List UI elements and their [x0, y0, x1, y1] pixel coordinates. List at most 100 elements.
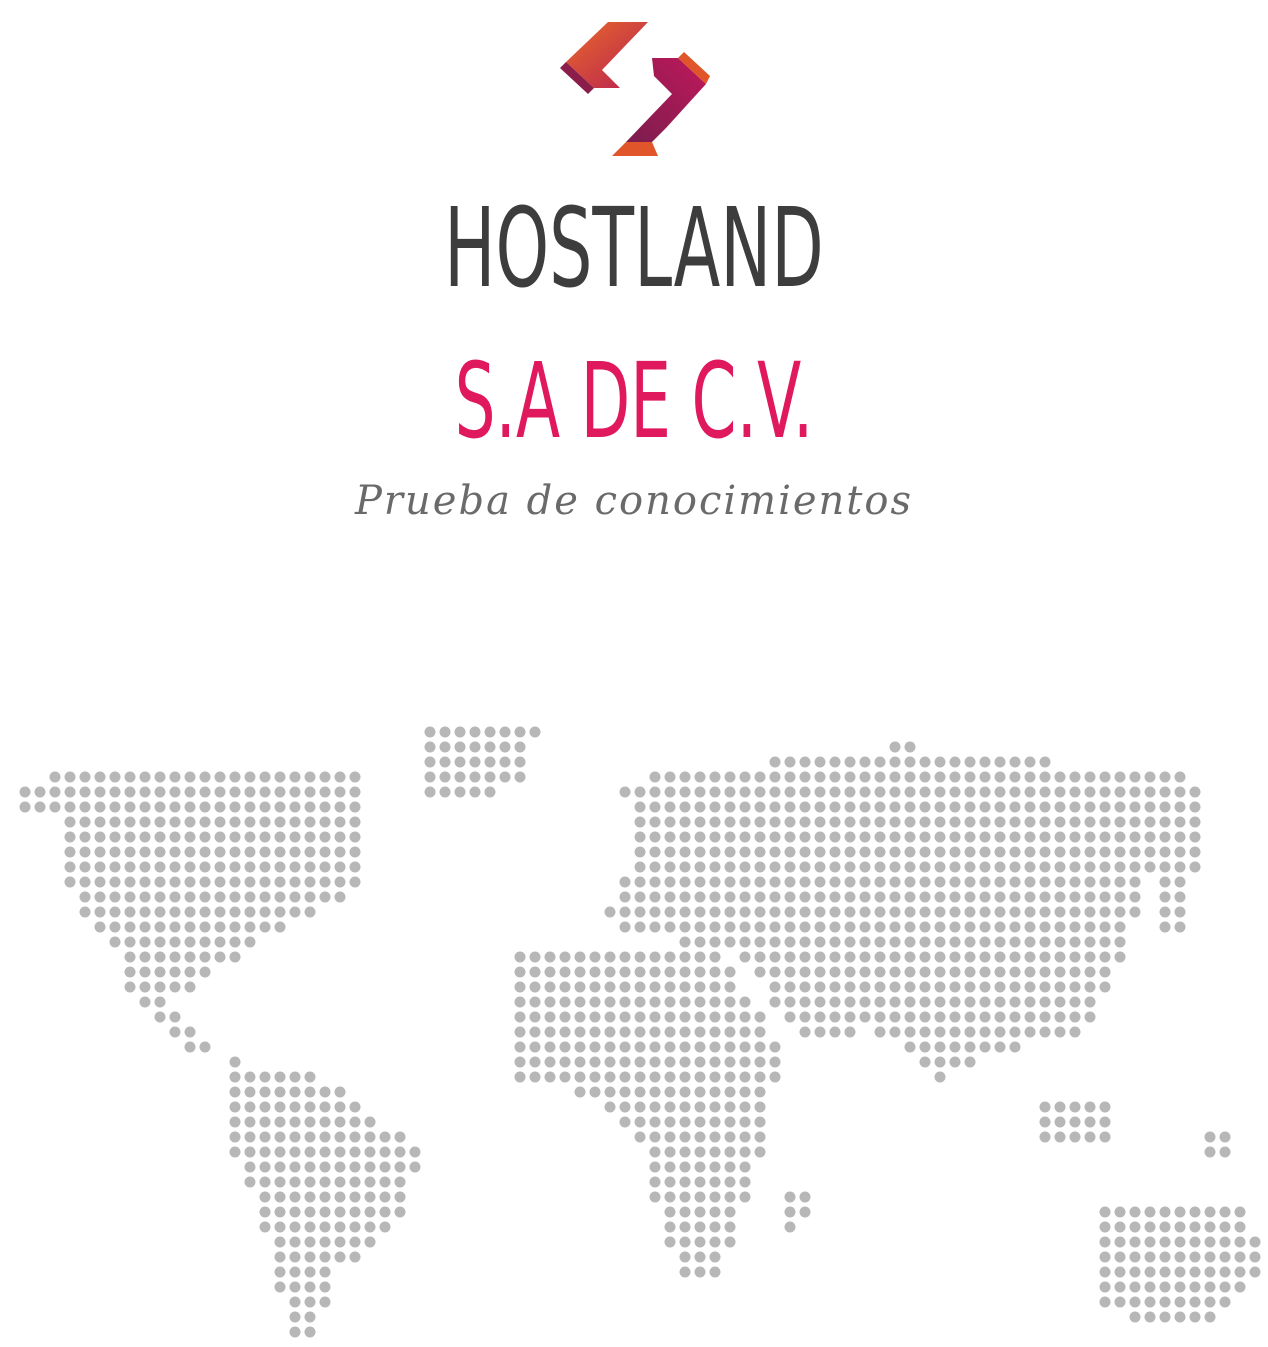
map-dot — [1159, 1206, 1171, 1218]
map-dot — [769, 846, 781, 858]
map-dot — [739, 786, 751, 798]
map-dot — [1039, 771, 1051, 783]
map-dot — [1039, 996, 1051, 1008]
map-dot — [964, 786, 976, 798]
map-dot — [874, 996, 886, 1008]
map-dot — [994, 1011, 1006, 1023]
map-dot — [949, 831, 961, 843]
map-dot — [904, 921, 916, 933]
map-dot — [169, 1026, 181, 1038]
map-dot — [1144, 1206, 1156, 1218]
map-dot — [1054, 981, 1066, 993]
map-dot — [694, 1206, 706, 1218]
map-dot — [1189, 1251, 1201, 1263]
map-dot — [724, 801, 736, 813]
map-dot — [139, 936, 151, 948]
map-dot — [1159, 1221, 1171, 1233]
map-dot — [1129, 1266, 1141, 1278]
map-dot — [229, 771, 241, 783]
map-dot — [514, 771, 526, 783]
map-dot — [214, 801, 226, 813]
map-dot — [334, 1221, 346, 1233]
map-dot — [784, 846, 796, 858]
map-dot — [784, 771, 796, 783]
map-dot — [829, 996, 841, 1008]
map-dot — [1024, 1026, 1036, 1038]
map-dot — [769, 1071, 781, 1083]
map-dot — [454, 786, 466, 798]
map-dot — [304, 1206, 316, 1218]
map-dot — [184, 921, 196, 933]
map-dot — [619, 1116, 631, 1128]
map-dot — [484, 756, 496, 768]
map-dot — [1144, 801, 1156, 813]
map-dot — [1024, 771, 1036, 783]
map-dot — [529, 726, 541, 738]
map-dot — [1084, 1131, 1096, 1143]
map-dot — [874, 801, 886, 813]
map-dot — [979, 1011, 991, 1023]
map-dot — [64, 801, 76, 813]
map-dot — [184, 951, 196, 963]
map-dot — [859, 801, 871, 813]
map-dot — [889, 741, 901, 753]
map-dot — [1099, 1101, 1111, 1113]
map-dot — [229, 1131, 241, 1143]
map-dot — [1069, 966, 1081, 978]
map-dot — [439, 771, 451, 783]
map-dot — [229, 1056, 241, 1068]
map-dot — [739, 1056, 751, 1068]
map-dot — [1174, 786, 1186, 798]
map-dot — [1054, 771, 1066, 783]
map-dot — [754, 801, 766, 813]
map-dot — [964, 966, 976, 978]
map-dot — [1084, 1011, 1096, 1023]
map-dot — [79, 876, 91, 888]
map-dot — [334, 846, 346, 858]
map-dot — [814, 771, 826, 783]
map-dot — [1144, 1251, 1156, 1263]
map-dot — [904, 801, 916, 813]
map-dot — [94, 921, 106, 933]
map-dot — [724, 936, 736, 948]
map-dot — [814, 921, 826, 933]
map-dot — [724, 996, 736, 1008]
map-dot — [574, 1011, 586, 1023]
map-dot — [844, 861, 856, 873]
map-dot — [694, 1236, 706, 1248]
map-dot — [1009, 951, 1021, 963]
map-dot — [724, 966, 736, 978]
map-dot — [1009, 906, 1021, 918]
map-dot — [829, 816, 841, 828]
map-dot — [589, 966, 601, 978]
map-dot — [709, 1161, 721, 1173]
map-dot — [199, 951, 211, 963]
map-dot — [709, 861, 721, 873]
map-dot — [1009, 1041, 1021, 1053]
map-dot — [214, 906, 226, 918]
map-dot — [274, 876, 286, 888]
map-dot — [304, 846, 316, 858]
map-dot — [64, 876, 76, 888]
map-dot — [1039, 891, 1051, 903]
map-dot — [109, 801, 121, 813]
map-dot — [799, 936, 811, 948]
map-dot — [739, 921, 751, 933]
map-dot — [889, 861, 901, 873]
map-dot — [139, 786, 151, 798]
map-dot — [1129, 801, 1141, 813]
map-dot — [904, 816, 916, 828]
map-dot — [454, 741, 466, 753]
map-dot — [1219, 1131, 1231, 1143]
map-dot — [679, 951, 691, 963]
map-dot — [604, 1101, 616, 1113]
map-dot — [1084, 846, 1096, 858]
map-dot — [319, 1221, 331, 1233]
map-dot — [124, 981, 136, 993]
map-dot — [709, 981, 721, 993]
map-dot — [829, 921, 841, 933]
map-dot — [64, 816, 76, 828]
map-dot — [1234, 1281, 1246, 1293]
map-dot — [229, 1101, 241, 1113]
company-legal-suffix: S.A DE C.V. — [454, 340, 814, 462]
